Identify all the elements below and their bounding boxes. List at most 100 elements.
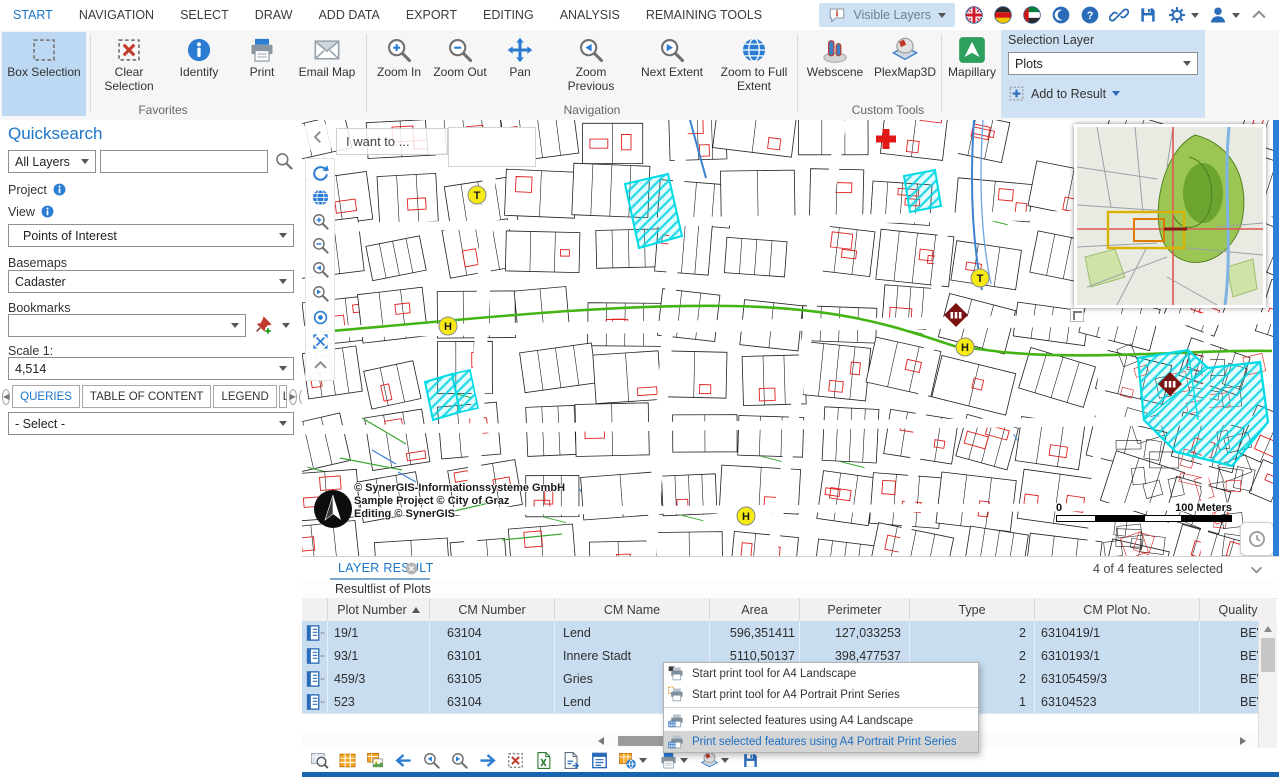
export-excel-button[interactable] — [534, 751, 553, 770]
selected-plot-feature[interactable] — [904, 170, 941, 212]
print-button[interactable]: Print — [236, 32, 288, 102]
sidebar-collapse-button[interactable] — [305, 124, 331, 150]
search-layer-filter-select[interactable]: All Layers — [8, 150, 96, 173]
mapillary-button[interactable]: Mapillary — [944, 32, 1000, 102]
overview-map[interactable] — [1074, 124, 1266, 308]
help-button[interactable]: ? — [1080, 5, 1100, 25]
query-select[interactable]: - Select - — [8, 412, 294, 435]
feature-detail-icon[interactable] — [304, 647, 326, 665]
basemap-select[interactable]: Cadaster — [8, 270, 294, 293]
table-vertical-scrollbar[interactable] — [1258, 621, 1277, 748]
zoom-full-extent-button[interactable]: Zoom to Full Extent — [714, 32, 794, 102]
zoom-out-button[interactable]: Zoom Out — [430, 32, 490, 102]
map-marker-t[interactable]: T — [468, 186, 486, 204]
overview-expand-button[interactable] — [1070, 308, 1084, 322]
zoom-to-selection-button[interactable] — [310, 751, 329, 770]
language-english-button[interactable] — [964, 5, 984, 25]
scene-3d-button[interactable] — [700, 751, 719, 770]
right-panel-handle[interactable] — [1273, 120, 1279, 556]
column-header-cm-plot-no[interactable]: CM Plot No. — [1035, 598, 1200, 621]
zoom-next-result-button[interactable] — [450, 751, 469, 770]
share-link-button[interactable] — [1109, 5, 1129, 25]
project-info-icon[interactable] — [52, 182, 67, 197]
menu-tab-navigation[interactable]: NAVIGATION — [66, 0, 167, 30]
collapse-map-toolbar-button[interactable] — [311, 356, 330, 375]
context-menu-item-print-selected-portrait[interactable]: Print selected features using A4 Portrai… — [664, 731, 978, 752]
first-record-button[interactable] — [394, 751, 413, 770]
context-menu-item-print-tool-landscape[interactable]: Start print tool for A4 Landscape — [664, 663, 978, 684]
tab-legend[interactable]: LEGEND — [213, 385, 276, 408]
clear-selection-button[interactable]: Clear Selection — [96, 32, 162, 102]
export-image-button[interactable] — [366, 751, 385, 770]
bookmarks-select[interactable] — [8, 314, 246, 337]
bookmark-menu-caret[interactable] — [282, 323, 290, 328]
column-header-cm-name[interactable]: CM Name — [555, 598, 710, 621]
i-want-to-menu[interactable]: I want to ... — [336, 128, 448, 155]
column-header-cm-number[interactable]: CM Number — [430, 598, 555, 621]
next-extent-button[interactable]: Next Extent — [634, 32, 710, 102]
column-header-quality[interactable]: Quality — [1200, 598, 1276, 621]
menu-tab-draw[interactable]: DRAW — [242, 0, 306, 30]
map-viewport[interactable]: T H T H H I want to ... — [302, 120, 1279, 556]
add-bookmark-button[interactable] — [252, 314, 274, 336]
context-menu-item-print-tool-portrait[interactable]: Start print tool for A4 Portrait Print S… — [664, 684, 978, 705]
table-row[interactable]: 19/1 63104 Lend 596,351411 127,033253 2 … — [302, 621, 1276, 645]
i-want-to-panel[interactable] — [448, 127, 536, 167]
tabs-scroll-right-button[interactable]: ▶ — [289, 389, 297, 405]
zoom-previous-result-button[interactable] — [422, 751, 441, 770]
quicksearch-input[interactable] — [100, 150, 268, 173]
menu-tab-analysis[interactable]: ANALYSIS — [547, 0, 633, 30]
chevron-down-icon[interactable] — [680, 758, 688, 763]
chevron-down-icon[interactable] — [721, 758, 729, 763]
scroll-left-icon[interactable] — [598, 737, 604, 745]
tab-table-of-content[interactable]: TABLE OF CONTENT — [82, 385, 212, 408]
webscene-button[interactable]: Webscene — [802, 32, 868, 102]
menu-tab-export[interactable]: EXPORT — [393, 0, 470, 30]
feature-detail-icon[interactable] — [304, 624, 326, 642]
history-clock-button[interactable] — [1240, 522, 1274, 556]
menu-tab-add-data[interactable]: ADD DATA — [305, 0, 392, 30]
zoom-next-button[interactable] — [311, 284, 330, 303]
save-session-button[interactable] — [1138, 5, 1158, 25]
feature-detail-icon[interactable] — [304, 670, 326, 688]
geolocate-button[interactable] — [311, 308, 330, 327]
map-marker-t[interactable]: T — [971, 269, 989, 287]
tab-truncated[interactable]: L — [279, 385, 287, 408]
email-map-button[interactable]: Email Map — [292, 32, 362, 102]
map-marker-h[interactable]: H — [737, 507, 755, 525]
user-menu-button[interactable] — [1208, 5, 1240, 25]
clear-selection-button[interactable] — [506, 751, 525, 770]
export-csv-button[interactable] — [562, 751, 581, 770]
pan-mode-button[interactable] — [311, 332, 330, 351]
view-select[interactable]: Points of Interest — [8, 224, 294, 247]
dark-mode-button[interactable] — [1051, 5, 1071, 25]
language-arabic-button[interactable] — [1022, 5, 1042, 25]
menu-tab-select[interactable]: SELECT — [167, 0, 242, 30]
add-to-result-button[interactable]: Add to Result — [1008, 85, 1120, 102]
close-result-button[interactable] — [404, 561, 419, 576]
identify-button[interactable]: Identify — [168, 32, 230, 102]
collapse-panel-button[interactable] — [1248, 561, 1265, 578]
scale-select[interactable]: 4,514 — [8, 357, 294, 380]
feature-detail-icon[interactable] — [304, 693, 326, 711]
chevron-down-icon[interactable] — [639, 758, 647, 763]
selection-layer-select[interactable]: Plots — [1008, 52, 1198, 75]
save-results-button[interactable] — [741, 751, 760, 770]
tabs-scroll-left-button[interactable]: ◀ — [2, 389, 10, 405]
layer-result-tab[interactable]: LAYER RESULT — [338, 561, 434, 575]
menu-tab-start[interactable]: START — [0, 0, 66, 30]
column-header-area[interactable]: Area — [710, 598, 800, 621]
column-header-type[interactable]: Type — [910, 598, 1035, 621]
full-extent-button[interactable] — [311, 188, 330, 207]
zoom-in-button[interactable] — [311, 212, 330, 231]
view-info-icon[interactable] — [40, 204, 55, 219]
search-icon[interactable] — [274, 151, 294, 171]
menu-tab-editing[interactable]: EDITING — [470, 0, 547, 30]
web-table-button[interactable] — [618, 751, 637, 770]
zoom-previous-button[interactable] — [311, 260, 330, 279]
map-marker-h[interactable]: H — [439, 317, 457, 335]
scroll-right-icon[interactable] — [1240, 737, 1246, 745]
print-button[interactable] — [659, 751, 678, 770]
collapse-ribbon-button[interactable] — [1249, 5, 1269, 25]
language-german-button[interactable] — [993, 5, 1013, 25]
